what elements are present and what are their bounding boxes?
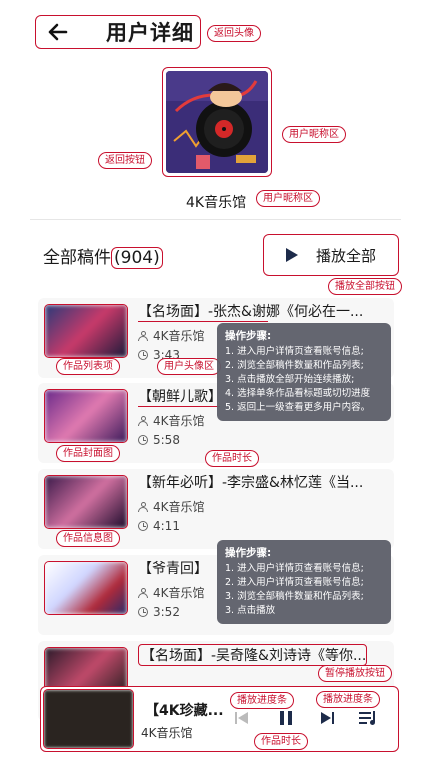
work-cover[interactable] [44,561,128,615]
person-icon [138,587,148,598]
instruction-tooltip: 操作步骤: 1. 进入用户详情页查看账号信息; 2. 进入用户详情页查看账号信息… [217,540,391,624]
playlist-icon[interactable] [357,709,379,727]
avatar[interactable] [162,67,272,177]
annotation-tag: 用户昵称区 [282,126,346,143]
play-all-label: 播放全部 [315,246,376,265]
annotation-tag: 播放进度条 [230,692,294,709]
work-title[interactable]: 【名场面】-张杰&谢娜《何必在一... [138,301,383,321]
work-cover[interactable] [44,389,128,443]
player-cover[interactable] [43,689,134,749]
player-author: 4K音乐馆 [141,726,193,740]
work-title[interactable]: 【名场面】-吴奇隆&刘诗诗《等你... [138,644,368,666]
annotation-tag: 作品时长 [205,450,259,467]
work-cover[interactable] [44,475,128,529]
works-header: 全部稿件 (904) [43,243,163,269]
underline [138,321,268,322]
divider [30,219,401,220]
works-count: (904) [111,247,163,269]
annotation-tag: 用户头像区 [157,358,221,375]
play-all-button[interactable]: 播放全部 [263,234,399,276]
annotation-tag: 返回头像 [207,25,261,42]
previous-icon[interactable] [233,709,251,727]
annotation-tag: 作品信息图 [56,530,120,547]
next-icon[interactable] [318,709,336,727]
annotation-tag: 作品列表项 [56,358,120,375]
work-duration: 4:11 [138,519,180,533]
annotation-tag: 用户昵称区 [256,190,320,207]
annotation-tag: 返回按钮 [98,152,152,169]
pause-icon[interactable] [276,709,296,727]
clock-icon [138,607,148,617]
work-duration: 3:52 [138,605,180,619]
annotation-tag: 作品时长 [254,733,308,750]
back-arrow-icon[interactable] [44,18,72,46]
work-cover[interactable] [44,304,128,358]
clock-icon [138,350,148,360]
annotation-tag: 作品封面图 [56,445,120,462]
person-icon [138,415,148,426]
work-duration: 5:58 [138,433,180,447]
username: 4K音乐馆 [186,195,247,211]
work-author: 4K音乐馆 [138,498,205,515]
clock-icon [138,521,148,531]
header-bar: 用户详细 [35,15,201,49]
player-title[interactable]: 【4K珍藏... [145,700,224,720]
work-author: 4K音乐馆 [138,584,205,601]
avatar-image [166,71,268,173]
work-title[interactable]: 【新年必听】-李宗盛&林忆莲《当... [138,472,383,492]
underline [138,406,220,407]
work-author: 4K音乐馆 [138,412,205,429]
person-icon [138,501,148,512]
play-icon [285,248,298,262]
person-icon [138,330,148,341]
clock-icon [138,435,148,445]
annotation-tag: 暂停播放按钮 [318,665,392,682]
annotation-tag: 播放进度条 [316,691,380,708]
instruction-tooltip: 操作步骤: 1. 进入用户详情页查看账号信息; 2. 浏览全部稿件数量和作品列表… [217,323,391,421]
annotation-tag: 播放全部按钮 [328,278,402,295]
page-title: 用户详细 [106,21,194,45]
work-author: 4K音乐馆 [138,327,205,344]
works-title: 全部稿件 [43,248,111,268]
